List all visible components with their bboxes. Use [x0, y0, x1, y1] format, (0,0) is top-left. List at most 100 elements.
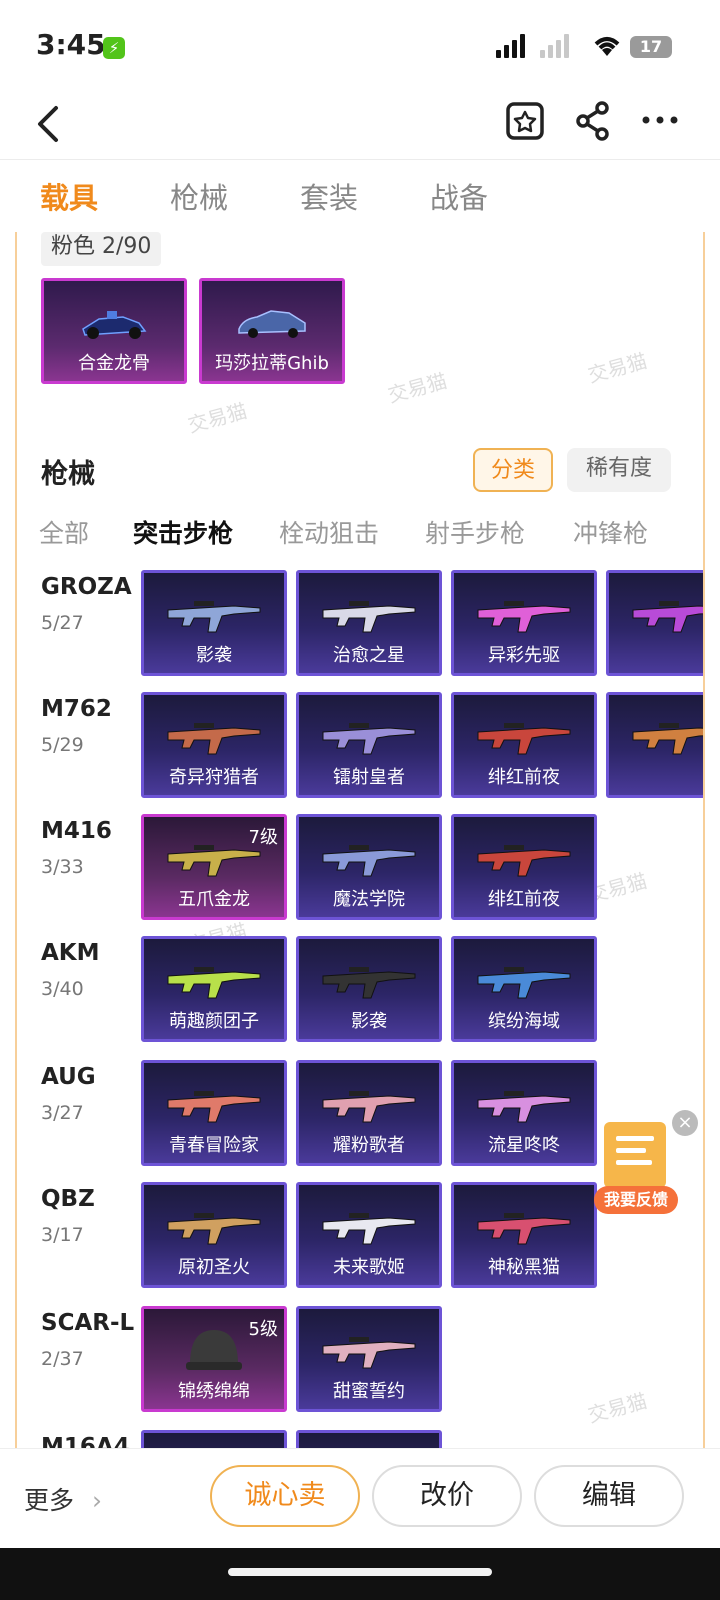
skin-name: 镭射皇者 — [333, 767, 405, 788]
subtab-bolt-sniper[interactable]: 栓动狙击 — [279, 514, 379, 550]
favorite-star-icon[interactable] — [504, 98, 546, 144]
section-title-guns: 枪械 — [41, 459, 95, 490]
skin-tile[interactable]: 魔法学院 — [296, 814, 442, 920]
sort-by-rarity-button[interactable]: 稀有度 — [567, 448, 671, 492]
skin-tile[interactable]: 奇异狩猎者 — [141, 692, 287, 798]
rifle-icon — [632, 723, 703, 755]
sports-car-icon — [238, 310, 306, 338]
feedback-label: 我要反馈 — [594, 1186, 678, 1214]
skin-name: 萌趣颜团子 — [169, 1011, 259, 1032]
gun-name: AUG — [41, 1064, 96, 1090]
skin-tile[interactable]: 原初圣火 — [141, 1182, 287, 1288]
nav-bar — [0, 88, 720, 160]
gun-row-akm: AKM 3/40 萌趣颜团子 影袭 缤纷海域 — [17, 936, 703, 1046]
vehicle-name: 合金龙骨 — [78, 353, 150, 374]
rifle-icon — [322, 1213, 416, 1245]
skin-name: 绯红前夜 — [488, 889, 560, 910]
tab-guns[interactable]: 枪械 — [170, 160, 260, 232]
gun-count: 2/37 — [41, 1348, 84, 1370]
reprice-button[interactable]: 改价 — [372, 1465, 522, 1527]
skin-name: 甜蜜誓约 — [333, 1381, 405, 1402]
skin-tile[interactable]: 异彩先驱 — [451, 570, 597, 676]
skin-name: 神秘黑猫 — [488, 1257, 560, 1278]
chevron-right-icon: › — [91, 1486, 102, 1515]
skin-tile[interactable]: 影袭 — [141, 570, 287, 676]
skin-tile[interactable]: 青春冒险家 — [141, 1060, 287, 1166]
skin-name: 五爪金龙 — [178, 889, 250, 910]
skin-tile[interactable]: 绯红前夜 — [451, 692, 597, 798]
skin-tile[interactable]: 甜蜜誓约 — [296, 1306, 442, 1412]
sort-by-category-button[interactable]: 分类 — [473, 448, 553, 492]
tab-gear[interactable]: 战备 — [430, 160, 520, 232]
skin-tile[interactable]: 绯红前夜 — [451, 814, 597, 920]
skin-name: 原初圣火 — [178, 1257, 250, 1278]
rifle-icon — [322, 967, 416, 999]
gun-type-tabs: 全部 突击步枪 栓动狙击 射手步枪 冲锋枪 — [17, 514, 703, 554]
close-icon[interactable]: × — [672, 1110, 698, 1136]
skin-name: 青春冒险家 — [169, 1135, 259, 1156]
subtab-assault-rifle[interactable]: 突击步枪 — [133, 514, 233, 550]
wifi-icon — [594, 37, 620, 56]
pink-rarity-tag: 粉色 2/90 — [41, 232, 162, 266]
rifle-icon — [477, 967, 571, 999]
skin-tile[interactable]: 黑色 — [606, 570, 703, 676]
skin-name: 治愈之星 — [333, 645, 405, 666]
gun-count: 3/17 — [41, 1224, 84, 1246]
signal-2-icon — [540, 34, 569, 58]
skin-tile[interactable]: 耀粉歌者 — [296, 1060, 442, 1166]
gun-row-m762: M762 5/29 奇异狩猎者 镭射皇者 绯红前夜 拳皇 — [17, 692, 703, 802]
more-link[interactable]: 更多 › — [24, 1481, 102, 1517]
skin-tile[interactable]: 镭射皇者 — [296, 692, 442, 798]
notepad-icon — [604, 1122, 666, 1188]
rifle-icon — [322, 1091, 416, 1123]
skin-tile[interactable]: 流星咚咚 — [451, 1060, 597, 1166]
skin-name: 绯红前夜 — [488, 767, 560, 788]
skin-name: 耀粉歌者 — [333, 1135, 405, 1156]
rifle-icon — [322, 723, 416, 755]
rifle-icon — [477, 845, 571, 877]
vehicle-card[interactable]: 玛莎拉蒂Ghib — [199, 278, 345, 384]
gun-row-scar-l: SCAR-L 2/37 5级 锦绣绵绵 甜蜜誓约 — [17, 1306, 703, 1416]
skin-level-badge: 5级 — [248, 1319, 278, 1340]
gun-count: 3/27 — [41, 1102, 84, 1124]
skin-tile[interactable]: 未来歌姬 — [296, 1182, 442, 1288]
skin-tile[interactable]: 缤纷海域 — [451, 936, 597, 1042]
more-icon[interactable] — [640, 98, 680, 144]
skin-tile[interactable]: 7级 五爪金龙 — [141, 814, 287, 920]
skin-tile[interactable]: 治愈之星 — [296, 570, 442, 676]
bottom-action-bar: 更多 › 诚心卖 改价 编辑 — [0, 1448, 720, 1548]
gun-count: 5/27 — [41, 612, 84, 634]
gun-name: GROZA — [41, 574, 132, 600]
skin-tile[interactable]: 拳皇 — [606, 692, 703, 798]
sell-button[interactable]: 诚心卖 — [210, 1465, 360, 1527]
skin-name: 拳皇 — [609, 763, 703, 789]
skin-tile[interactable]: 影袭 — [296, 936, 442, 1042]
skin-tile[interactable]: 萌趣颜团子 — [141, 936, 287, 1042]
rifle-icon — [477, 601, 571, 633]
status-bar: 3:45 ⚡ 17 — [0, 0, 720, 88]
skin-tile[interactable]: 5级 锦绣绵绵 — [141, 1306, 287, 1412]
watermark: 交易猫 — [185, 398, 250, 438]
back-icon[interactable] — [34, 104, 62, 144]
status-time: 3:45 — [36, 28, 106, 61]
gun-count: 3/33 — [41, 856, 84, 878]
watermark: 交易猫 — [385, 368, 450, 408]
feedback-widget[interactable]: × 我要反馈 — [594, 1110, 698, 1220]
subtab-smg[interactable]: 冲锋枪 — [573, 514, 648, 550]
share-icon[interactable] — [574, 98, 612, 144]
tab-outfits[interactable]: 套装 — [300, 160, 390, 232]
gun-row-m416: M416 3/33 7级 五爪金龙 魔法学院 绯红前夜 — [17, 814, 703, 924]
rifle-icon — [167, 1091, 261, 1123]
home-indicator — [0, 1548, 720, 1600]
skin-tile[interactable]: 神秘黑猫 — [451, 1182, 597, 1288]
vehicle-card[interactable]: 合金龙骨 — [41, 278, 187, 384]
tab-vehicles[interactable]: 载具 — [40, 160, 130, 232]
gun-row-groza: GROZA 5/27 影袭 治愈之星 异彩先驱 黑色 — [17, 570, 703, 680]
rifle-icon — [632, 601, 703, 633]
skin-name: 锦绣绵绵 — [178, 1381, 250, 1402]
edit-button[interactable]: 编辑 — [534, 1465, 684, 1527]
subtab-marksman-rifle[interactable]: 射手步枪 — [425, 514, 525, 550]
rifle-icon — [167, 1213, 261, 1245]
subtab-all[interactable]: 全部 — [39, 514, 89, 550]
skin-name: 影袭 — [351, 1011, 387, 1032]
